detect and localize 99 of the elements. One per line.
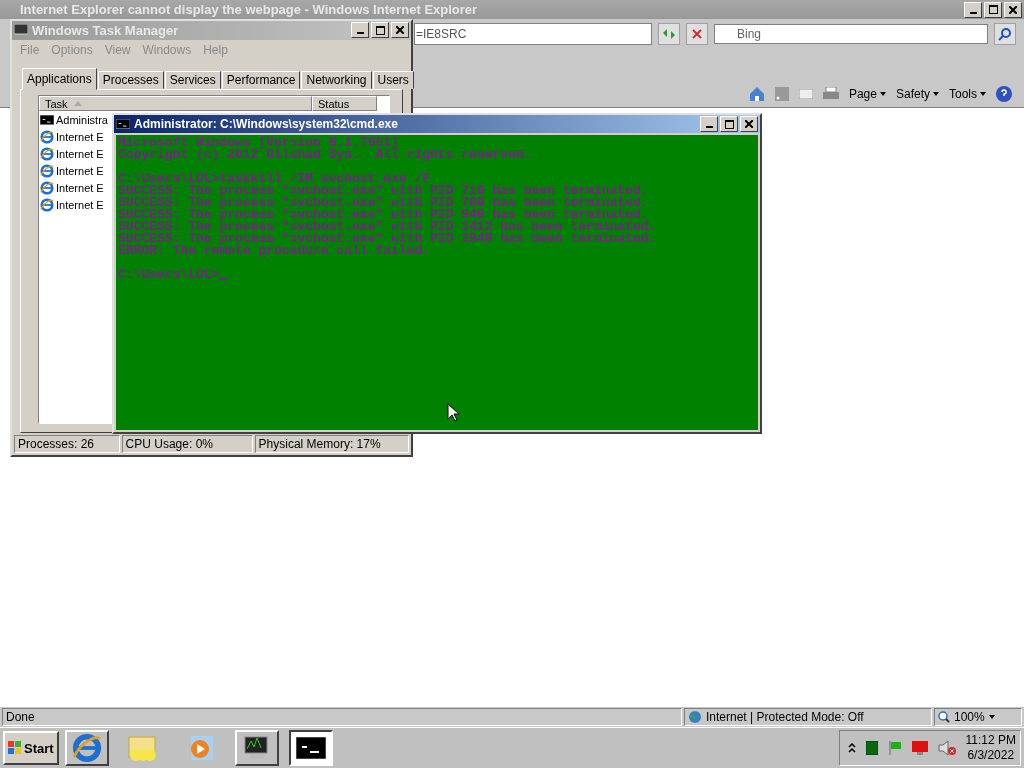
- clock-date: 6/3/2022: [967, 748, 1015, 763]
- monitor-icon[interactable]: [911, 741, 928, 755]
- refresh-button[interactable]: [658, 23, 680, 45]
- maximize-icon: [988, 5, 998, 14]
- maximize-button[interactable]: [720, 116, 738, 132]
- maximize-button[interactable]: [984, 1, 1002, 18]
- task-row[interactable]: Administra: [39, 111, 108, 129]
- minimize-icon: [705, 126, 713, 128]
- zoom-level[interactable]: 100%: [934, 708, 1022, 727]
- status-text: Done: [2, 708, 682, 727]
- browser-e-icon: [40, 129, 54, 144]
- folder-icon: [127, 733, 159, 763]
- console-line: C:\Users\LOL>taskkill /IM svchost.exe /F: [118, 173, 431, 185]
- mouse-pointer-icon: [447, 403, 459, 422]
- window-title: Administrator: C:\Windows\system32\cmd.exe: [134, 117, 399, 131]
- speaker-muted-icon[interactable]: [937, 740, 956, 756]
- browser-e-icon: [40, 163, 54, 178]
- minimize-icon: [356, 32, 364, 35]
- task-row[interactable]: Internet E: [39, 196, 104, 214]
- search-button[interactable]: [994, 23, 1016, 45]
- globe-icon: [688, 710, 702, 725]
- task-name: Internet E: [56, 130, 104, 143]
- security-zone: Internet | Protected Mode: Off: [684, 708, 932, 727]
- window-title: Internet Explorer cannot display the webpage - Windows Internet Explorer: [20, 2, 479, 17]
- caret-icon: [988, 715, 995, 720]
- status-text: CPU Usage: 0%: [121, 435, 253, 453]
- task-row[interactable]: Internet E: [39, 128, 104, 146]
- caret-icon: [879, 92, 886, 96]
- maximize-icon: [724, 119, 734, 129]
- tab[interactable]: Performance: [221, 71, 301, 90]
- tab[interactable]: Processes: [97, 71, 164, 90]
- monitor-icon: [14, 24, 28, 37]
- console-line: SUCCESS: The process "svchost.exe" with PID 716 has been terminated.: [118, 185, 649, 197]
- tab[interactable]: Users: [372, 71, 414, 90]
- console-line: ERROR: The remote procedure call failed.: [118, 245, 431, 257]
- address-field[interactable]: =IE8SRC: [414, 23, 652, 45]
- command-menu[interactable]: Page: [848, 87, 886, 101]
- task-name: Internet E: [56, 147, 104, 160]
- close-icon: [692, 29, 702, 39]
- caret-icon: [980, 92, 986, 96]
- status-text: Physical Memory: 17%: [254, 435, 409, 453]
- tab[interactable]: Applications: [22, 68, 97, 91]
- stop-button[interactable]: [686, 23, 708, 45]
- start-button[interactable]: Start: [3, 731, 59, 765]
- status-text: Processes: 26: [14, 435, 120, 453]
- console-line: SUCCESS: The process "svchost.exe" with PID 1412 has been terminated.: [118, 221, 657, 233]
- maximize-button[interactable]: [371, 22, 389, 39]
- clock[interactable]: 11:12 PM 6/3/2022: [965, 733, 1016, 763]
- column-header[interactable]: Status: [312, 96, 377, 112]
- window-title: Windows Task Manager: [32, 22, 180, 38]
- console-line: SUCCESS: The process "svchost.exe" with PID 1940 has been terminated.: [118, 233, 657, 245]
- command-menu[interactable]: Tools: [949, 87, 986, 101]
- home-icon[interactable]: [748, 86, 765, 102]
- double-chevron-icon[interactable]: [847, 743, 856, 753]
- minimize-icon: [969, 11, 977, 14]
- browser-e-icon: [40, 146, 54, 161]
- tab[interactable]: Networking: [301, 71, 372, 90]
- close-button[interactable]: [1004, 1, 1022, 18]
- console-line: C:\Users\LOL>: [118, 269, 220, 281]
- refresh-icon: [662, 28, 676, 40]
- console-line: SUCCESS: The process "svchost.exe" with PID 780 has been terminated.: [118, 197, 649, 209]
- search-field[interactable]: Bing: [714, 24, 988, 44]
- console-line: Copyright (c) 2012 Dilshad Sys. All rights reserved.: [118, 149, 532, 161]
- minimize-button[interactable]: [964, 1, 982, 18]
- tab[interactable]: Services: [164, 71, 221, 90]
- command-menu[interactable]: Safety: [895, 87, 939, 101]
- close-icon: [396, 26, 404, 35]
- close-icon: [745, 120, 753, 128]
- task-name: Administra: [56, 113, 108, 126]
- task-row[interactable]: Internet E: [39, 162, 104, 180]
- zoom-icon: [938, 711, 950, 724]
- browser-e-icon: [72, 733, 102, 763]
- minimize-button[interactable]: [700, 116, 718, 132]
- console-line: SUCCESS: The process "svchost.exe" with PID 940 has been terminated.: [118, 209, 649, 221]
- address-text: =IE8SRC: [416, 27, 467, 41]
- column-header[interactable]: Task: [39, 96, 312, 112]
- close-button[interactable]: [740, 116, 758, 132]
- maximize-icon: [375, 25, 385, 35]
- printer-icon[interactable]: [822, 87, 839, 101]
- help-icon[interactable]: [996, 86, 1012, 102]
- task-row[interactable]: Internet E: [39, 179, 104, 197]
- minimize-button[interactable]: [351, 22, 369, 39]
- caret-icon: [933, 92, 939, 96]
- console-icon: [296, 737, 326, 759]
- browser-e-icon: [40, 180, 54, 195]
- windows-logo-icon: [8, 741, 22, 755]
- task-row[interactable]: Internet E: [39, 145, 104, 163]
- console-line: Microsoft Windows [Version 6.1.7601]: [118, 137, 399, 149]
- clock-time: 11:12 PM: [965, 733, 1016, 748]
- task-name: Internet E: [56, 164, 104, 177]
- console-icon: [116, 119, 130, 129]
- task-name: Internet E: [56, 181, 104, 194]
- search-icon: [998, 27, 1012, 41]
- browser-e-icon: [40, 197, 54, 212]
- text-cursor: [219, 278, 228, 280]
- task-name: Internet E: [56, 198, 104, 211]
- close-icon: [1009, 5, 1017, 14]
- taskbar-button[interactable]: [289, 730, 333, 766]
- close-button[interactable]: [391, 22, 409, 39]
